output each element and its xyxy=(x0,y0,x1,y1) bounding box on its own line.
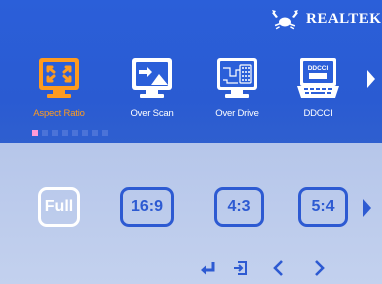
menu-item-over-drive[interactable]: Over Drive xyxy=(200,56,274,119)
main-menu-panel: Realtek Aspect Ratio xyxy=(0,0,382,143)
page-dot xyxy=(72,130,78,136)
exit-icon[interactable] xyxy=(231,259,249,277)
menu-item-label: Over Scan xyxy=(130,108,174,119)
option-16-9-button[interactable]: 16:9 xyxy=(120,187,174,227)
aspect-ratio-icon xyxy=(39,58,79,98)
brand: Realtek xyxy=(270,8,381,30)
over-drive-icon xyxy=(217,58,257,98)
page-dot xyxy=(32,130,38,136)
menu-item-over-scan[interactable]: Over Scan xyxy=(115,56,189,119)
ddcci-icon: DDCCI xyxy=(297,58,339,98)
option-4-3-button[interactable]: 4:3 xyxy=(214,187,264,227)
over-scan-icon xyxy=(132,58,172,98)
chevron-right-icon[interactable] xyxy=(310,259,328,277)
chevron-right-icon[interactable] xyxy=(363,199,371,217)
page-indicator xyxy=(32,130,108,136)
page-dot xyxy=(82,130,88,136)
page-dot xyxy=(42,130,48,136)
ddcci-icon-text: DDCCI xyxy=(308,65,329,72)
option-5-4-button[interactable]: 5:4 xyxy=(298,187,348,227)
enter-icon[interactable] xyxy=(199,259,217,277)
menu-item-label: Over Drive xyxy=(215,108,259,119)
option-full-button[interactable]: Full xyxy=(38,187,80,227)
page-dot xyxy=(92,130,98,136)
realtek-crab-logo-icon xyxy=(272,10,298,30)
menu-item-aspect-ratio[interactable]: Aspect Ratio xyxy=(22,56,96,119)
menu-item-label: Aspect Ratio xyxy=(33,108,85,119)
page-dot xyxy=(52,130,58,136)
menu-item-ddcci[interactable]: DDCCI DDCCI xyxy=(281,56,355,119)
osd-menu: Realtek Aspect Ratio xyxy=(0,0,382,284)
chevron-right-icon[interactable] xyxy=(367,70,375,88)
chevron-left-icon[interactable] xyxy=(270,259,288,277)
brand-name: Realtek xyxy=(306,10,382,27)
page-dot xyxy=(102,130,108,136)
menu-item-label: DDCCI xyxy=(303,108,333,119)
page-dot xyxy=(62,130,68,136)
